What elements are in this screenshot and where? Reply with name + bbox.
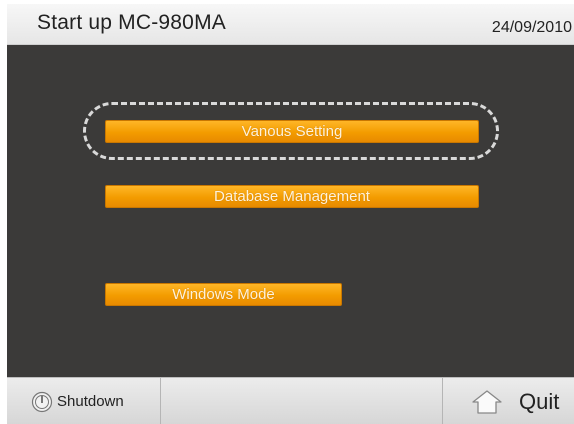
- shutdown-label: Shutdown: [57, 393, 124, 410]
- app-window: Start up MC-980MA 24/09/2010 Vanous Sett…: [7, 4, 574, 424]
- app-title: Start up MC-980MA: [37, 11, 226, 34]
- power-icon: [31, 391, 53, 413]
- quit-label: Quit: [519, 388, 560, 414]
- header-date: 24/09/2010: [491, 19, 572, 36]
- quit-button[interactable]: Quit: [442, 378, 574, 424]
- footer-bar: Shutdown Quit: [7, 377, 574, 424]
- shutdown-button[interactable]: Shutdown: [7, 378, 161, 424]
- home-icon: [471, 389, 503, 415]
- windows-mode-button[interactable]: Windows Mode: [105, 283, 342, 306]
- various-setting-button[interactable]: Vanous Setting: [105, 120, 479, 143]
- header-bar: Start up MC-980MA 24/09/2010: [7, 4, 574, 45]
- menu-area: Vanous Setting Database Management Windo…: [7, 45, 574, 376]
- database-management-button[interactable]: Database Management: [105, 185, 479, 208]
